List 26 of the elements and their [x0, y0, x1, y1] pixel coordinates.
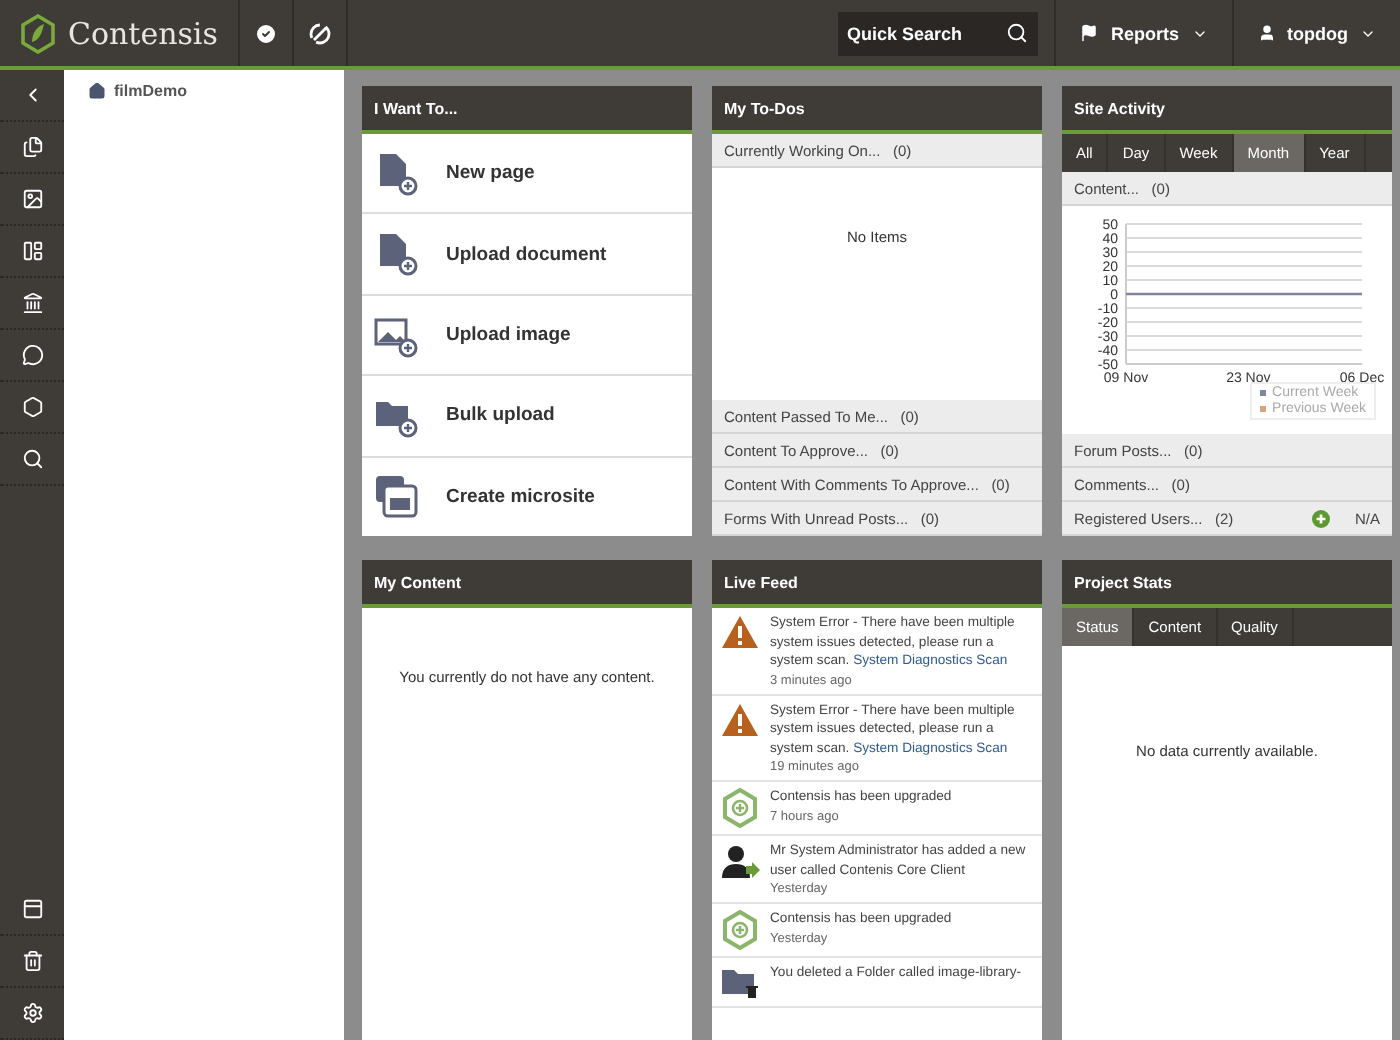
widget-title: Site Activity: [1062, 86, 1392, 134]
warning-icon: [720, 701, 760, 737]
flag-icon: [1080, 24, 1099, 42]
user-add-icon: [720, 842, 760, 882]
add-icon[interactable]: [1312, 509, 1331, 527]
windows-icon: [374, 474, 418, 519]
user-icon: [1257, 24, 1275, 42]
menu-button[interactable]: topdog: [1231, 0, 1400, 66]
widget-title: My Content: [362, 560, 692, 608]
image-add-icon: [374, 313, 418, 358]
widget-title: My To-Dos: [712, 86, 1042, 134]
tree-root-item[interactable]: filmDemo: [88, 82, 187, 100]
widget-title: Project Stats: [1062, 560, 1392, 608]
widget-title: I Want To...: [362, 86, 692, 134]
search-field[interactable]: Quick Search: [838, 11, 1039, 55]
folder-delete-icon: [720, 964, 760, 1000]
menu-button[interactable]: Reports: [1054, 0, 1231, 66]
widget-title: Live Feed: [712, 560, 1042, 608]
home-icon: [88, 82, 106, 100]
hexagon-plus-icon: [722, 788, 758, 828]
document-add-icon: [374, 232, 418, 277]
document-add-icon: [374, 151, 418, 196]
brand-name: Contensis: [68, 15, 218, 51]
warning-icon: [720, 614, 760, 650]
logo-icon: [20, 13, 56, 53]
hexagon-plus-icon: [722, 910, 758, 950]
